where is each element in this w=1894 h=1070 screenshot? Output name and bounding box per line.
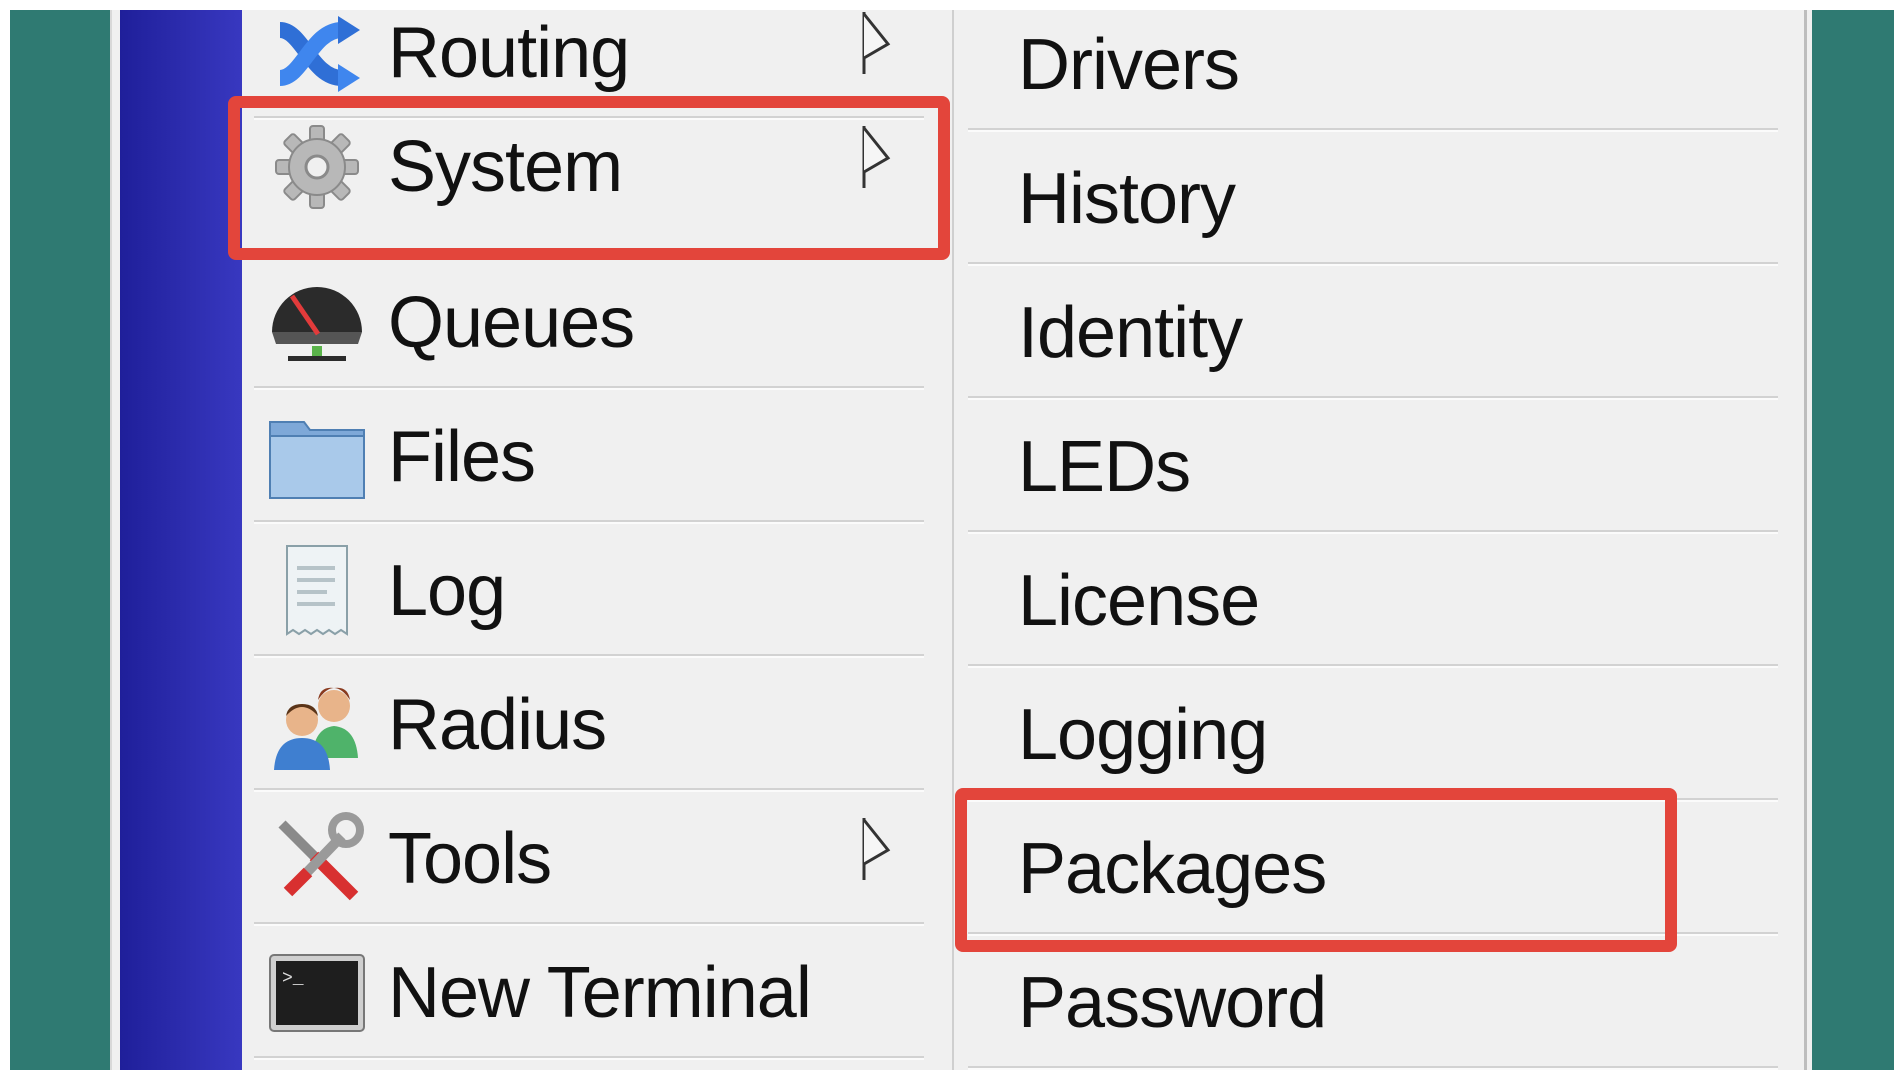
- submenu-item-label: Logging: [1018, 695, 1268, 775]
- submenu-item-packages[interactable]: Packages: [968, 802, 1778, 936]
- queues-gauge-icon: [268, 274, 366, 372]
- menu-item-queues[interactable]: Queues: [254, 256, 934, 390]
- submenu-item-password[interactable]: Password: [968, 936, 1778, 1070]
- menu-item-label: Files: [388, 417, 536, 497]
- menu-item-new-terminal[interactable]: >_ New Terminal: [254, 926, 934, 1060]
- submenu-item-label: History: [1018, 159, 1236, 239]
- submenu-arrow-icon: [862, 818, 891, 880]
- menu-item-system[interactable]: System: [254, 100, 934, 234]
- main-menu: Routing System Queues Files Log Radius T…: [242, 10, 942, 1070]
- submenu-item-label: LEDs: [1018, 427, 1191, 507]
- system-submenu: Drivers History Identity LEDs License Lo…: [952, 10, 1807, 1070]
- menu-item-label: Routing: [388, 13, 630, 93]
- submenu-arrow-icon: [862, 12, 891, 74]
- gear-icon: [268, 118, 366, 216]
- menu-item-files[interactable]: Files: [254, 390, 934, 524]
- submenu-separator: [968, 1066, 1778, 1070]
- submenu-item-license[interactable]: License: [968, 534, 1778, 668]
- submenu-item-history[interactable]: History: [968, 132, 1778, 266]
- sidebar-brand-strip: [120, 10, 242, 1070]
- submenu-item-identity[interactable]: Identity: [968, 266, 1778, 400]
- menu-item-label: New Terminal: [388, 953, 812, 1033]
- menu-item-tools[interactable]: Tools: [254, 792, 934, 926]
- menu-separator: [254, 1056, 924, 1060]
- folder-icon: [268, 408, 366, 506]
- terminal-icon: >_: [268, 944, 366, 1042]
- routing-icon: [268, 4, 366, 102]
- submenu-item-leds[interactable]: LEDs: [968, 400, 1778, 534]
- submenu-item-label: License: [1018, 561, 1260, 641]
- menu-item-label: Queues: [388, 283, 635, 363]
- submenu-item-label: Drivers: [1018, 25, 1240, 105]
- submenu-item-label: Password: [1018, 963, 1327, 1043]
- users-icon: [268, 676, 366, 774]
- svg-text:>_: >_: [282, 969, 304, 989]
- menu-item-label: Log: [388, 551, 506, 631]
- menu-item-label: System: [388, 127, 623, 207]
- menu-item-log[interactable]: Log: [254, 524, 934, 658]
- submenu-item-label: Identity: [1018, 293, 1243, 373]
- menu-item-radius[interactable]: Radius: [254, 658, 934, 792]
- submenu-item-label: Packages: [1018, 829, 1327, 909]
- submenu-item-drivers[interactable]: Drivers: [968, 0, 1778, 132]
- submenu-arrow-icon: [862, 126, 891, 188]
- tools-icon: [268, 810, 366, 908]
- log-document-icon: [268, 542, 366, 640]
- submenu-item-logging[interactable]: Logging: [968, 668, 1778, 802]
- menu-item-label: Radius: [388, 685, 607, 765]
- menu-item-label: Tools: [388, 819, 552, 899]
